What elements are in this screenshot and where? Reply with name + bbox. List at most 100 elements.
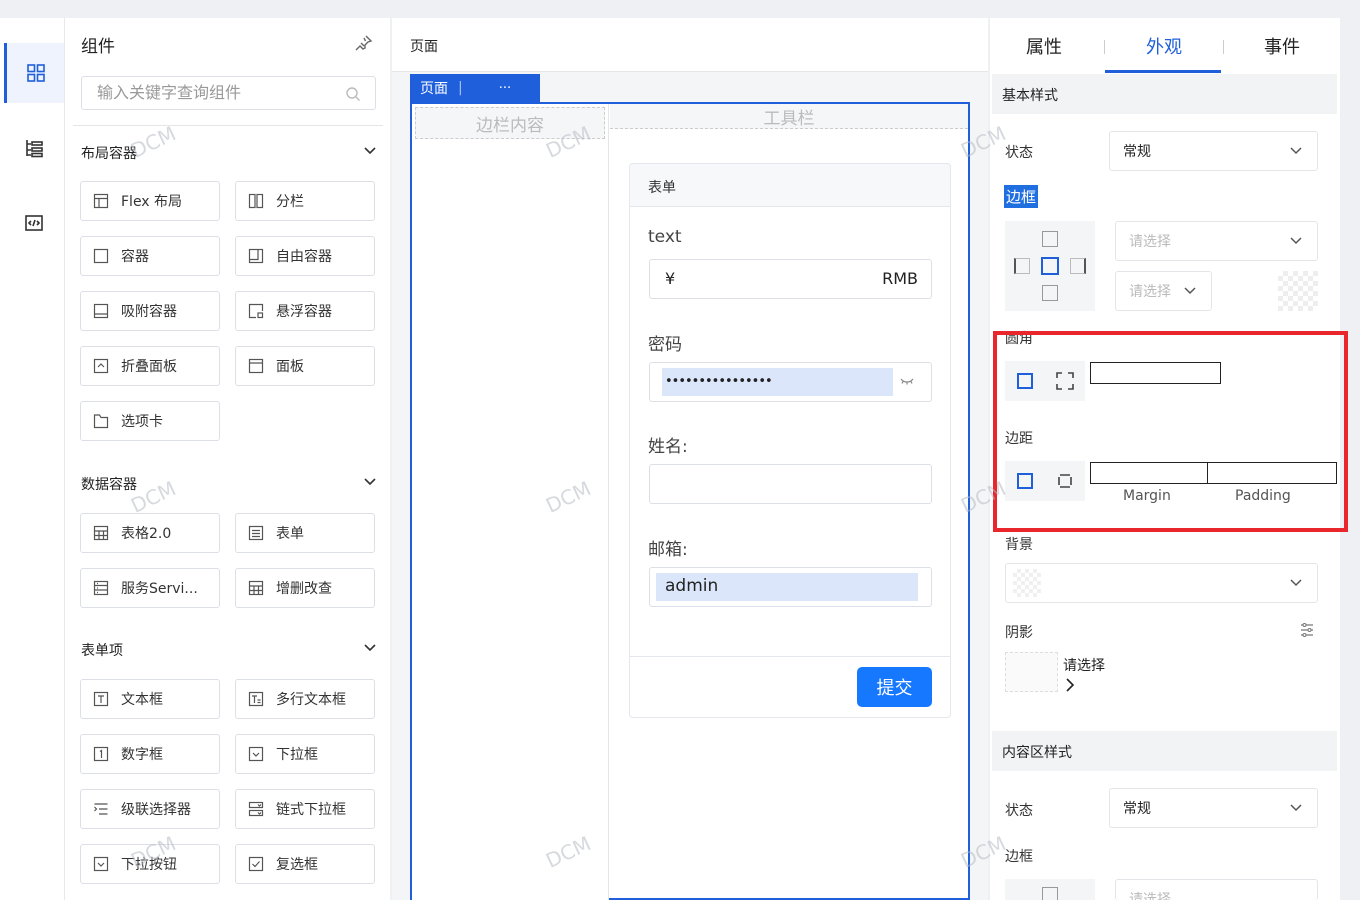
field-label-name: 姓名: xyxy=(648,437,688,457)
component-tabs[interactable]: 选项卡 xyxy=(80,401,220,441)
component-collapse-panel[interactable]: 折叠面板 xyxy=(80,346,220,386)
content-border-style-select[interactable]: 请选择 xyxy=(1115,879,1318,900)
border-color-picker[interactable] xyxy=(1278,271,1318,311)
component-label: 表单 xyxy=(276,526,304,542)
shadow-select[interactable]: 请选择 xyxy=(1063,655,1105,675)
number-input-icon xyxy=(93,746,109,762)
component-columns[interactable]: 分栏 xyxy=(235,181,375,221)
component-label: 吸附容器 xyxy=(121,304,177,320)
state-label: 状态 xyxy=(1005,145,1033,161)
field-label-text: text xyxy=(648,227,682,247)
border-all-icon[interactable] xyxy=(1041,257,1059,275)
component-label: 服务Servi... xyxy=(121,581,198,597)
service-icon xyxy=(93,580,109,596)
chained-select-icon xyxy=(248,801,264,817)
component-select[interactable]: 下拉框 xyxy=(235,734,375,774)
pin-icon[interactable] xyxy=(355,34,373,52)
table-icon xyxy=(93,525,109,541)
currency-prefix: ¥ xyxy=(665,269,676,288)
content-state-value: 常规 xyxy=(1123,801,1151,817)
component-chained-select[interactable]: 链式下拉框 xyxy=(235,789,375,829)
component-label: 表格2.0 xyxy=(121,526,172,542)
chevron-down-icon xyxy=(1290,579,1302,587)
text-field[interactable]: ¥ RMB xyxy=(649,259,932,299)
tabs-icon xyxy=(93,414,109,429)
border-style-select[interactable]: 请选择 xyxy=(1115,221,1318,261)
name-field[interactable] xyxy=(649,464,932,504)
more-icon[interactable]: ··· xyxy=(499,81,511,96)
component-container[interactable]: 容器 xyxy=(80,236,220,276)
chevron-down-icon[interactable] xyxy=(363,477,377,487)
cascader-icon xyxy=(94,803,108,815)
component-flex-layout[interactable]: Flex 布局 xyxy=(80,181,220,221)
active-tab-indicator xyxy=(1105,70,1221,73)
shadow-preview[interactable] xyxy=(1005,652,1058,692)
field-label-email: 邮箱: xyxy=(648,540,688,560)
eye-closed-icon[interactable] xyxy=(900,377,914,385)
page-selection-tag[interactable]: 页面 | ··· xyxy=(410,74,540,102)
border-right-icon[interactable] xyxy=(1070,258,1086,274)
component-textarea[interactable]: 多行文本框 xyxy=(235,679,375,719)
content-border-side-picker[interactable] xyxy=(1005,879,1095,900)
border-width-select[interactable]: 请选择 xyxy=(1115,271,1212,311)
component-label: 面板 xyxy=(276,359,304,375)
section-basic-style[interactable]: 基本样式 xyxy=(992,74,1337,114)
toolbar-placeholder[interactable]: 工具栏 xyxy=(610,104,968,129)
library-title: 组件 xyxy=(81,37,115,57)
tab-attributes[interactable]: 属性 xyxy=(984,36,1104,60)
tab-separator xyxy=(1223,40,1224,54)
state-value: 常规 xyxy=(1123,144,1151,160)
tab-separator xyxy=(1104,40,1105,54)
component-service[interactable]: 服务Servi... xyxy=(80,568,220,608)
chevron-down-icon[interactable] xyxy=(363,146,377,156)
submit-button[interactable]: 提交 xyxy=(857,667,932,707)
page-tag-separator: | xyxy=(458,80,463,96)
group-title-form-items: 表单项 xyxy=(81,643,123,659)
component-crud[interactable]: 增删改查 xyxy=(235,568,375,608)
component-table[interactable]: 表格2.0 xyxy=(80,513,220,553)
border-left-icon[interactable] xyxy=(1014,258,1030,274)
divider xyxy=(630,656,950,657)
code-icon[interactable] xyxy=(4,193,64,253)
background-select[interactable] xyxy=(1005,563,1318,603)
panel-icon xyxy=(248,358,264,374)
component-sticky-container[interactable]: 吸附容器 xyxy=(80,291,220,331)
settings-sliders-icon[interactable] xyxy=(1300,623,1314,637)
currency-suffix: RMB xyxy=(882,269,918,288)
component-form[interactable]: 表单 xyxy=(235,513,375,553)
component-label: 悬浮容器 xyxy=(276,304,332,320)
border-top-icon[interactable] xyxy=(1042,231,1058,247)
chevron-down-icon xyxy=(1290,147,1302,155)
component-label: 增删改查 xyxy=(276,581,332,597)
component-floating-container[interactable]: 悬浮容器 xyxy=(235,291,375,331)
email-field[interactable]: admin xyxy=(649,567,932,607)
chevron-down-icon[interactable] xyxy=(363,643,377,653)
component-number-input[interactable]: 数字框 xyxy=(80,734,220,774)
chevron-right-icon[interactable] xyxy=(1065,678,1075,692)
component-free-container[interactable]: 自由容器 xyxy=(235,236,375,276)
chevron-down-icon xyxy=(1290,237,1302,245)
field-label-password: 密码 xyxy=(648,335,682,355)
component-search-input[interactable]: 输入关键字查询组件 xyxy=(81,76,376,110)
chevron-down-icon xyxy=(1290,804,1302,812)
tab-appearance[interactable]: 外观 xyxy=(1104,36,1224,60)
password-field[interactable]: •••••••••••••••• xyxy=(649,362,932,402)
state-select[interactable]: 常规 xyxy=(1109,131,1318,171)
components-icon[interactable] xyxy=(4,43,64,103)
component-text-input[interactable]: 文本框 xyxy=(80,679,220,719)
outline-tree-icon[interactable] xyxy=(4,118,64,178)
component-cascader[interactable]: 级联选择器 xyxy=(80,789,220,829)
component-panel[interactable]: 面板 xyxy=(235,346,375,386)
component-checkbox[interactable]: 复选框 xyxy=(235,844,375,884)
border-bottom-icon[interactable] xyxy=(1042,285,1058,301)
select-icon xyxy=(248,746,264,762)
component-label: 链式下拉框 xyxy=(276,802,346,818)
border-top-icon[interactable] xyxy=(1042,887,1058,900)
border-label: 边框 xyxy=(1004,185,1039,208)
border-side-picker[interactable] xyxy=(1005,221,1095,311)
search-icon[interactable] xyxy=(345,86,361,102)
left-rail xyxy=(0,18,64,900)
content-state-select[interactable]: 常规 xyxy=(1109,788,1318,828)
section-content-style[interactable]: 内容区样式 xyxy=(992,731,1337,771)
tab-events[interactable]: 事件 xyxy=(1222,36,1342,60)
